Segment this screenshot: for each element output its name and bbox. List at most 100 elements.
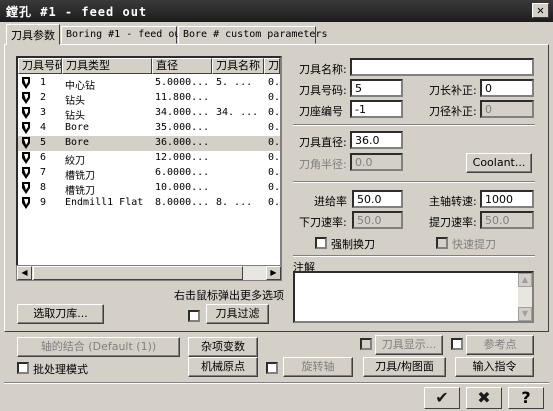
- cell-diameter: 8.0000...: [155, 197, 210, 208]
- cell-r: 0.: [268, 77, 280, 88]
- cell-diameter: 12.000...: [155, 152, 210, 163]
- tool-icon: [22, 107, 30, 119]
- cell-diameter: 36.000...: [155, 137, 210, 148]
- coolant-button[interactable]: Coolant...: [466, 153, 532, 173]
- spindle-speed-label: 主轴转速:: [429, 195, 477, 208]
- tool-icon: [22, 137, 30, 149]
- column-header-tool-type[interactable]: 刀具类型: [62, 58, 152, 74]
- cell-num: 1: [40, 77, 47, 88]
- separator: [293, 124, 535, 126]
- tool-icon: [22, 77, 30, 89]
- column-header-tool-number[interactable]: 刀具号码: [18, 58, 62, 74]
- table-row[interactable]: 8 槽铣刀 10.000... 0.: [18, 181, 280, 197]
- reference-point-checkbox[interactable]: [451, 338, 463, 350]
- insert-command-button[interactable]: 输入指令: [455, 357, 534, 377]
- table-row[interactable]: 4 Bore 35.000... 0.: [18, 121, 280, 136]
- cell-num: 5: [40, 137, 47, 148]
- horizontal-scrollbar[interactable]: ◀ ▶: [16, 265, 282, 281]
- column-header-extra[interactable]: 刀: [264, 58, 280, 74]
- cell-type: 槽铣刀: [65, 171, 95, 182]
- axis-combination-button: 轴的结合 (Default (1)): [17, 337, 180, 357]
- length-comp-field[interactable]: 0: [480, 79, 534, 97]
- cell-diameter: 35.000...: [155, 122, 210, 133]
- table-row[interactable]: 9 Endmill1 Flat 8.0000... 8. ... 0.: [18, 196, 280, 211]
- scroll-down-icon: ▼: [518, 307, 532, 321]
- tool-diameter-label: 刀具直径:: [299, 136, 347, 149]
- cell-diameter: 10.000...: [155, 182, 210, 193]
- cell-num: 2: [40, 92, 47, 103]
- retract-rate-label: 提刀速率:: [429, 216, 477, 229]
- tool-name-label: 刀具名称:: [299, 63, 347, 76]
- plunge-rate-field: 50.0: [352, 211, 403, 229]
- tool-display-button: 刀具显示...: [375, 335, 443, 355]
- notes-scrollbar: ▲ ▼: [518, 273, 532, 321]
- retract-rate-field: 50.0: [480, 211, 534, 229]
- tool-number-label: 刀具号码:: [299, 84, 347, 97]
- table-row[interactable]: 2 钻头 11.800... 0.: [18, 91, 280, 107]
- separator: [293, 255, 535, 257]
- scroll-right-icon[interactable]: ▶: [266, 266, 281, 280]
- force-tool-change-checkbox[interactable]: [315, 237, 327, 249]
- cancel-button[interactable]: ✖: [466, 387, 502, 409]
- tool-icon: [22, 182, 30, 194]
- right-click-hint: 右击鼠标弹出更多选项: [174, 289, 284, 302]
- table-row[interactable]: 7 槽铣刀 6.0000... 0.: [18, 166, 280, 182]
- cell-r: 0.: [268, 92, 280, 103]
- holder-number-field[interactable]: -1: [350, 100, 403, 118]
- cell-name: 5. ...: [216, 77, 253, 88]
- tool-plane-button[interactable]: 刀具/构图面: [363, 357, 446, 377]
- table-row[interactable]: 5 Bore 36.000... 0.: [18, 136, 280, 151]
- separator: [4, 382, 549, 384]
- tool-filter-button[interactable]: 刀具过滤: [206, 304, 269, 324]
- scroll-up-icon: ▲: [518, 273, 532, 287]
- cell-r: 0.: [268, 182, 280, 193]
- cell-num: 8: [40, 182, 47, 193]
- tool-number-field[interactable]: 5: [350, 79, 403, 97]
- batch-mode-checkbox[interactable]: [17, 362, 29, 374]
- feed-rate-field[interactable]: 50.0: [352, 190, 403, 208]
- cell-r: 0.: [268, 197, 280, 208]
- cell-name: 34. ...: [216, 107, 259, 118]
- cell-diameter: 5.0000...: [155, 77, 210, 88]
- column-header-tool-name[interactable]: 刀具名称: [212, 58, 264, 74]
- misc-values-button[interactable]: 杂项变数: [188, 337, 258, 357]
- tool-icon: [22, 122, 30, 134]
- tab-bore-custom-parameters[interactable]: Bore # custom parameters: [178, 26, 328, 44]
- help-button[interactable]: ?: [508, 387, 544, 409]
- cell-num: 4: [40, 122, 47, 133]
- cell-r: 0.: [268, 122, 280, 133]
- ok-button[interactable]: ✔: [424, 387, 460, 409]
- cell-type: 中心钻: [65, 81, 95, 92]
- scroll-left-icon[interactable]: ◀: [17, 266, 32, 280]
- machine-origin-button[interactable]: 机械原点: [188, 357, 258, 377]
- tool-list[interactable]: 刀具号码 刀具类型 直径 刀具名称 刀 1 中心钻 5.0000... 5. ... 0…: [16, 56, 282, 281]
- plunge-rate-label: 下刀速率:: [299, 216, 347, 229]
- cell-num: 9: [40, 197, 47, 208]
- tab-tool-parameters[interactable]: 刀具参数: [6, 24, 60, 45]
- notes-textarea[interactable]: ▲ ▼: [293, 271, 534, 323]
- title-bar: 鏜孔 #1 - feed out ✕: [0, 0, 553, 22]
- length-comp-label: 刀长补正:: [429, 84, 477, 97]
- table-row[interactable]: 6 絞刀 12.000... 0.: [18, 151, 280, 167]
- tool-filter-checkbox[interactable]: [188, 310, 200, 322]
- corner-radius-label: 刀角半径:: [299, 158, 347, 171]
- table-row[interactable]: 3 钻头 34.000... 34. ... 0.: [18, 106, 280, 122]
- scroll-thumb[interactable]: [33, 266, 243, 280]
- tab-boring-feed-out[interactable]: Boring #1 - feed out: [61, 26, 186, 44]
- close-button[interactable]: ✕: [532, 3, 549, 18]
- tool-name-field[interactable]: [350, 58, 534, 76]
- tool-icon: [22, 92, 30, 104]
- spindle-speed-field[interactable]: 1000: [480, 190, 534, 208]
- separator: [293, 181, 535, 183]
- tool-icon: [22, 167, 30, 179]
- cell-r: 0.: [268, 107, 280, 118]
- rapid-retract-checkbox: [436, 237, 448, 249]
- tool-diameter-field[interactable]: 36.0: [350, 131, 403, 149]
- table-row[interactable]: 1 中心钻 5.0000... 5. ... 0.: [18, 76, 280, 92]
- select-library-button[interactable]: 选取刀库...: [17, 304, 104, 324]
- cell-type: 絞刀: [65, 156, 85, 167]
- holder-number-label: 刀座编号: [299, 105, 343, 118]
- cell-diameter: 6.0000...: [155, 167, 210, 178]
- column-header-diameter[interactable]: 直径: [152, 58, 212, 74]
- rotary-axis-checkbox[interactable]: [266, 362, 278, 374]
